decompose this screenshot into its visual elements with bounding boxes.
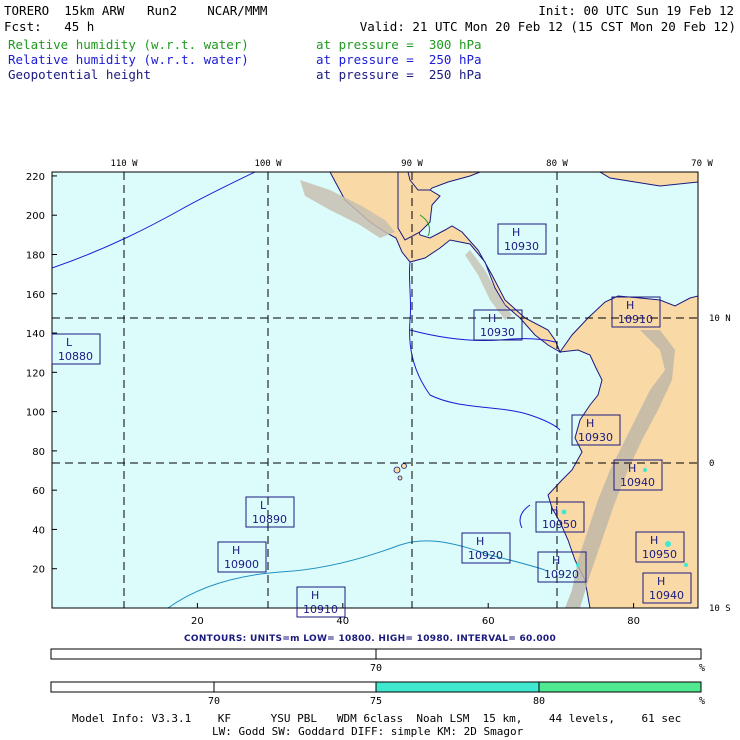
lon-label-110w: 110 W: [110, 159, 138, 169]
rh-high-spot: [665, 541, 671, 547]
rh-high-spot: [684, 563, 688, 567]
y-tick-label: 180: [26, 250, 45, 261]
svg-text:10890: 10890: [252, 513, 287, 526]
svg-text:10920: 10920: [468, 549, 503, 562]
rh-high-spot: [576, 563, 580, 567]
field-3-level: at pressure = 250 hPa: [316, 67, 482, 82]
svg-text:H: H: [311, 589, 319, 602]
lat-label-10s: 10 S: [709, 604, 731, 614]
svg-text:10950: 10950: [642, 548, 677, 561]
svg-text:10910: 10910: [303, 603, 338, 616]
colorbar-segment-80-up: [538, 681, 702, 693]
svg-text:H: H: [476, 535, 484, 548]
x-tick-label: 20: [191, 616, 204, 627]
init-time: Init: 00 UTC Sun 19 Feb 12: [538, 3, 734, 18]
colorbar-segment-75-80: [375, 681, 540, 693]
y-tick-label: 20: [32, 565, 45, 576]
physics-info: LW: Godd SW: Goddard DIFF: simple KM: 2D…: [212, 725, 524, 738]
y-tick-label: 200: [26, 211, 45, 222]
y-tick-label: 100: [26, 408, 45, 419]
colorbar-250hpa-tick-70: 70: [208, 696, 220, 707]
galapagos-island: [401, 463, 407, 469]
rh-high-spot: [561, 509, 567, 515]
forecast-hour: Fcst: 45 h: [4, 19, 95, 34]
field-3-name: Geopotential height: [8, 67, 151, 82]
svg-text:10880: 10880: [58, 350, 93, 363]
svg-text:H: H: [657, 575, 665, 588]
svg-text:H: H: [550, 504, 558, 517]
lon-label-80w: 80 W: [546, 159, 568, 169]
svg-text:H: H: [512, 226, 520, 239]
lon-label-70w: 70 W: [691, 159, 713, 169]
y-tick-label: 140: [26, 329, 45, 340]
svg-text:10930: 10930: [480, 326, 515, 339]
colorbar-250hpa-tick-80: 80: [533, 696, 545, 707]
y-tick-label: 60: [32, 486, 45, 497]
svg-text:H: H: [586, 417, 594, 430]
colorbar-300hpa-unit: %: [699, 663, 705, 674]
contour-info: CONTOURS: UNITS=m LOW= 10800. HIGH= 1098…: [183, 634, 557, 644]
lon-label-90w: 90 W: [401, 159, 423, 169]
svg-text:10930: 10930: [578, 431, 613, 444]
svg-text:10910: 10910: [618, 313, 653, 326]
svg-text:H: H: [488, 312, 496, 325]
colorbar-300hpa-tick: 70: [370, 663, 382, 674]
field-1-level: at pressure = 300 hPa: [316, 37, 482, 52]
svg-text:H: H: [650, 534, 658, 547]
colorbar-250hpa-unit: %: [699, 696, 705, 707]
colorbar-250hpa-tick-75: 75: [370, 696, 382, 707]
svg-text:L: L: [66, 336, 73, 349]
lat-label-10n: 10 N: [709, 314, 731, 324]
lat-label-0: 0: [709, 459, 714, 469]
field-1-name: Relative humidity (w.r.t. water): [8, 37, 249, 52]
y-tick-label: 220: [26, 172, 45, 183]
x-tick-label: 40: [336, 616, 349, 627]
galapagos-island: [393, 466, 401, 474]
field-2-level: at pressure = 250 hPa: [316, 52, 482, 67]
field-2-name: Relative humidity (w.r.t. water): [8, 52, 249, 67]
colorbar-250hpa: 70 75 80 %: [50, 681, 705, 707]
y-tick-label: 160: [26, 290, 45, 301]
x-tick-label: 80: [627, 616, 640, 627]
svg-text:10930: 10930: [504, 240, 539, 253]
weather-map: 2040608010012014016018020022024026028030…: [26, 159, 731, 627]
valid-time: Valid: 21 UTC Mon 20 Feb 12 (15 CST Mon …: [359, 19, 736, 34]
galapagos-island: [397, 475, 403, 481]
y-tick-label: 120: [26, 368, 45, 379]
model-info: Model Info: V3.3.1 KF YSU PBL WDM 6class…: [72, 712, 682, 725]
svg-text:H: H: [628, 462, 636, 475]
svg-text:10950: 10950: [542, 518, 577, 531]
y-tick-label: 40: [32, 525, 45, 536]
x-tick-label: 60: [482, 616, 495, 627]
svg-text:10920: 10920: [544, 568, 579, 581]
svg-text:L: L: [260, 499, 267, 512]
y-tick-label: 80: [32, 447, 45, 458]
model-title: TORERO 15km ARW Run2 NCAR/MMM: [4, 3, 268, 18]
rh-high-spot: [643, 468, 647, 472]
svg-text:H: H: [232, 544, 240, 557]
colorbar-300hpa: 70 %: [50, 648, 705, 674]
svg-text:H: H: [626, 299, 634, 312]
svg-text:H: H: [552, 554, 560, 567]
svg-text:10900: 10900: [224, 558, 259, 571]
svg-text:10940: 10940: [649, 589, 684, 602]
svg-text:10940: 10940: [620, 476, 655, 489]
lon-label-100w: 100 W: [254, 159, 282, 169]
